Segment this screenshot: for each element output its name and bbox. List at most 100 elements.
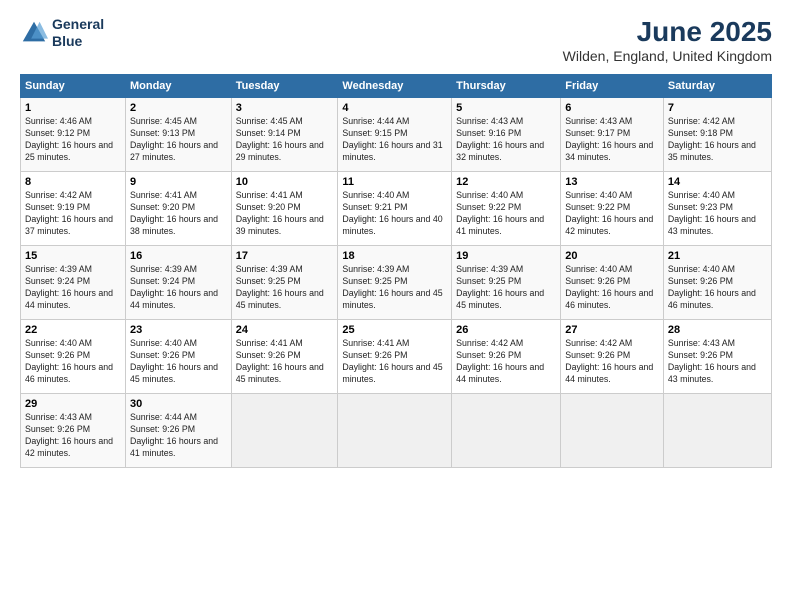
day-number: 12 xyxy=(456,176,556,188)
table-row: 26 Sunrise: 4:42 AMSunset: 9:26 PMDaylig… xyxy=(452,320,561,394)
day-detail: Sunrise: 4:43 AMSunset: 9:16 PMDaylight:… xyxy=(456,116,556,164)
col-sunday: Sunday xyxy=(21,75,126,98)
day-detail: Sunrise: 4:43 AMSunset: 9:26 PMDaylight:… xyxy=(668,338,767,386)
day-number: 23 xyxy=(130,324,227,336)
day-detail: Sunrise: 4:44 AMSunset: 9:15 PMDaylight:… xyxy=(342,116,447,164)
col-thursday: Thursday xyxy=(452,75,561,98)
day-number: 8 xyxy=(25,176,121,188)
day-number: 16 xyxy=(130,250,227,262)
logo: General Blue xyxy=(20,16,104,50)
day-number: 3 xyxy=(236,102,334,114)
day-number: 15 xyxy=(25,250,121,262)
table-row xyxy=(452,394,561,468)
day-detail: Sunrise: 4:46 AMSunset: 9:12 PMDaylight:… xyxy=(25,116,121,164)
col-monday: Monday xyxy=(125,75,231,98)
day-number: 5 xyxy=(456,102,556,114)
day-detail: Sunrise: 4:45 AMSunset: 9:14 PMDaylight:… xyxy=(236,116,334,164)
table-row: 27 Sunrise: 4:42 AMSunset: 9:26 PMDaylig… xyxy=(561,320,664,394)
day-number: 2 xyxy=(130,102,227,114)
day-number: 22 xyxy=(25,324,121,336)
table-row: 23 Sunrise: 4:40 AMSunset: 9:26 PMDaylig… xyxy=(125,320,231,394)
table-row: 10 Sunrise: 4:41 AMSunset: 9:20 PMDaylig… xyxy=(231,172,338,246)
table-row: 5 Sunrise: 4:43 AMSunset: 9:16 PMDayligh… xyxy=(452,98,561,172)
day-number: 30 xyxy=(130,398,227,410)
day-detail: Sunrise: 4:42 AMSunset: 9:19 PMDaylight:… xyxy=(25,190,121,238)
day-detail: Sunrise: 4:40 AMSunset: 9:22 PMDaylight:… xyxy=(565,190,659,238)
day-detail: Sunrise: 4:39 AMSunset: 9:25 PMDaylight:… xyxy=(236,264,334,312)
table-row: 22 Sunrise: 4:40 AMSunset: 9:26 PMDaylig… xyxy=(21,320,126,394)
day-detail: Sunrise: 4:41 AMSunset: 9:26 PMDaylight:… xyxy=(342,338,447,386)
col-saturday: Saturday xyxy=(663,75,771,98)
day-number: 4 xyxy=(342,102,447,114)
main-title: June 2025 xyxy=(563,16,772,48)
table-row: 13 Sunrise: 4:40 AMSunset: 9:22 PMDaylig… xyxy=(561,172,664,246)
day-number: 1 xyxy=(25,102,121,114)
table-row: 16 Sunrise: 4:39 AMSunset: 9:24 PMDaylig… xyxy=(125,246,231,320)
day-detail: Sunrise: 4:39 AMSunset: 9:25 PMDaylight:… xyxy=(456,264,556,312)
day-number: 26 xyxy=(456,324,556,336)
table-row xyxy=(663,394,771,468)
table-row: 1 Sunrise: 4:46 AMSunset: 9:12 PMDayligh… xyxy=(21,98,126,172)
day-detail: Sunrise: 4:40 AMSunset: 9:26 PMDaylight:… xyxy=(130,338,227,386)
day-number: 20 xyxy=(565,250,659,262)
day-detail: Sunrise: 4:43 AMSunset: 9:26 PMDaylight:… xyxy=(25,412,121,460)
table-row: 11 Sunrise: 4:40 AMSunset: 9:21 PMDaylig… xyxy=(338,172,452,246)
table-row: 18 Sunrise: 4:39 AMSunset: 9:25 PMDaylig… xyxy=(338,246,452,320)
day-detail: Sunrise: 4:39 AMSunset: 9:24 PMDaylight:… xyxy=(25,264,121,312)
table-row: 25 Sunrise: 4:41 AMSunset: 9:26 PMDaylig… xyxy=(338,320,452,394)
subtitle: Wilden, England, United Kingdom xyxy=(563,48,772,64)
day-number: 29 xyxy=(25,398,121,410)
day-number: 25 xyxy=(342,324,447,336)
header: General Blue June 2025 Wilden, England, … xyxy=(20,16,772,64)
day-number: 6 xyxy=(565,102,659,114)
day-number: 19 xyxy=(456,250,556,262)
day-detail: Sunrise: 4:42 AMSunset: 9:26 PMDaylight:… xyxy=(565,338,659,386)
table-row: 19 Sunrise: 4:39 AMSunset: 9:25 PMDaylig… xyxy=(452,246,561,320)
logo-icon xyxy=(20,19,48,47)
day-detail: Sunrise: 4:40 AMSunset: 9:22 PMDaylight:… xyxy=(456,190,556,238)
day-detail: Sunrise: 4:39 AMSunset: 9:24 PMDaylight:… xyxy=(130,264,227,312)
table-row: 8 Sunrise: 4:42 AMSunset: 9:19 PMDayligh… xyxy=(21,172,126,246)
table-row: 28 Sunrise: 4:43 AMSunset: 9:26 PMDaylig… xyxy=(663,320,771,394)
day-number: 9 xyxy=(130,176,227,188)
day-number: 14 xyxy=(668,176,767,188)
day-detail: Sunrise: 4:40 AMSunset: 9:26 PMDaylight:… xyxy=(25,338,121,386)
day-number: 21 xyxy=(668,250,767,262)
table-row: 14 Sunrise: 4:40 AMSunset: 9:23 PMDaylig… xyxy=(663,172,771,246)
logo-text: General Blue xyxy=(52,16,104,50)
table-row: 12 Sunrise: 4:40 AMSunset: 9:22 PMDaylig… xyxy=(452,172,561,246)
table-row: 15 Sunrise: 4:39 AMSunset: 9:24 PMDaylig… xyxy=(21,246,126,320)
day-number: 13 xyxy=(565,176,659,188)
table-row: 30 Sunrise: 4:44 AMSunset: 9:26 PMDaylig… xyxy=(125,394,231,468)
day-detail: Sunrise: 4:40 AMSunset: 9:21 PMDaylight:… xyxy=(342,190,447,238)
col-tuesday: Tuesday xyxy=(231,75,338,98)
day-detail: Sunrise: 4:40 AMSunset: 9:26 PMDaylight:… xyxy=(565,264,659,312)
day-detail: Sunrise: 4:45 AMSunset: 9:13 PMDaylight:… xyxy=(130,116,227,164)
table-row: 24 Sunrise: 4:41 AMSunset: 9:26 PMDaylig… xyxy=(231,320,338,394)
day-detail: Sunrise: 4:42 AMSunset: 9:18 PMDaylight:… xyxy=(668,116,767,164)
day-detail: Sunrise: 4:41 AMSunset: 9:20 PMDaylight:… xyxy=(130,190,227,238)
table-row: 7 Sunrise: 4:42 AMSunset: 9:18 PMDayligh… xyxy=(663,98,771,172)
page: General Blue June 2025 Wilden, England, … xyxy=(0,0,792,612)
day-number: 10 xyxy=(236,176,334,188)
day-detail: Sunrise: 4:40 AMSunset: 9:23 PMDaylight:… xyxy=(668,190,767,238)
day-number: 28 xyxy=(668,324,767,336)
table-row: 3 Sunrise: 4:45 AMSunset: 9:14 PMDayligh… xyxy=(231,98,338,172)
table-row xyxy=(561,394,664,468)
table-row: 4 Sunrise: 4:44 AMSunset: 9:15 PMDayligh… xyxy=(338,98,452,172)
col-friday: Friday xyxy=(561,75,664,98)
day-detail: Sunrise: 4:42 AMSunset: 9:26 PMDaylight:… xyxy=(456,338,556,386)
table-row: 2 Sunrise: 4:45 AMSunset: 9:13 PMDayligh… xyxy=(125,98,231,172)
day-detail: Sunrise: 4:41 AMSunset: 9:20 PMDaylight:… xyxy=(236,190,334,238)
table-row xyxy=(231,394,338,468)
table-row: 21 Sunrise: 4:40 AMSunset: 9:26 PMDaylig… xyxy=(663,246,771,320)
calendar-table: Sunday Monday Tuesday Wednesday Thursday… xyxy=(20,74,772,468)
table-row: 6 Sunrise: 4:43 AMSunset: 9:17 PMDayligh… xyxy=(561,98,664,172)
day-detail: Sunrise: 4:40 AMSunset: 9:26 PMDaylight:… xyxy=(668,264,767,312)
table-row: 17 Sunrise: 4:39 AMSunset: 9:25 PMDaylig… xyxy=(231,246,338,320)
day-number: 17 xyxy=(236,250,334,262)
title-block: June 2025 Wilden, England, United Kingdo… xyxy=(563,16,772,64)
day-detail: Sunrise: 4:44 AMSunset: 9:26 PMDaylight:… xyxy=(130,412,227,460)
table-row: 29 Sunrise: 4:43 AMSunset: 9:26 PMDaylig… xyxy=(21,394,126,468)
table-row: 9 Sunrise: 4:41 AMSunset: 9:20 PMDayligh… xyxy=(125,172,231,246)
